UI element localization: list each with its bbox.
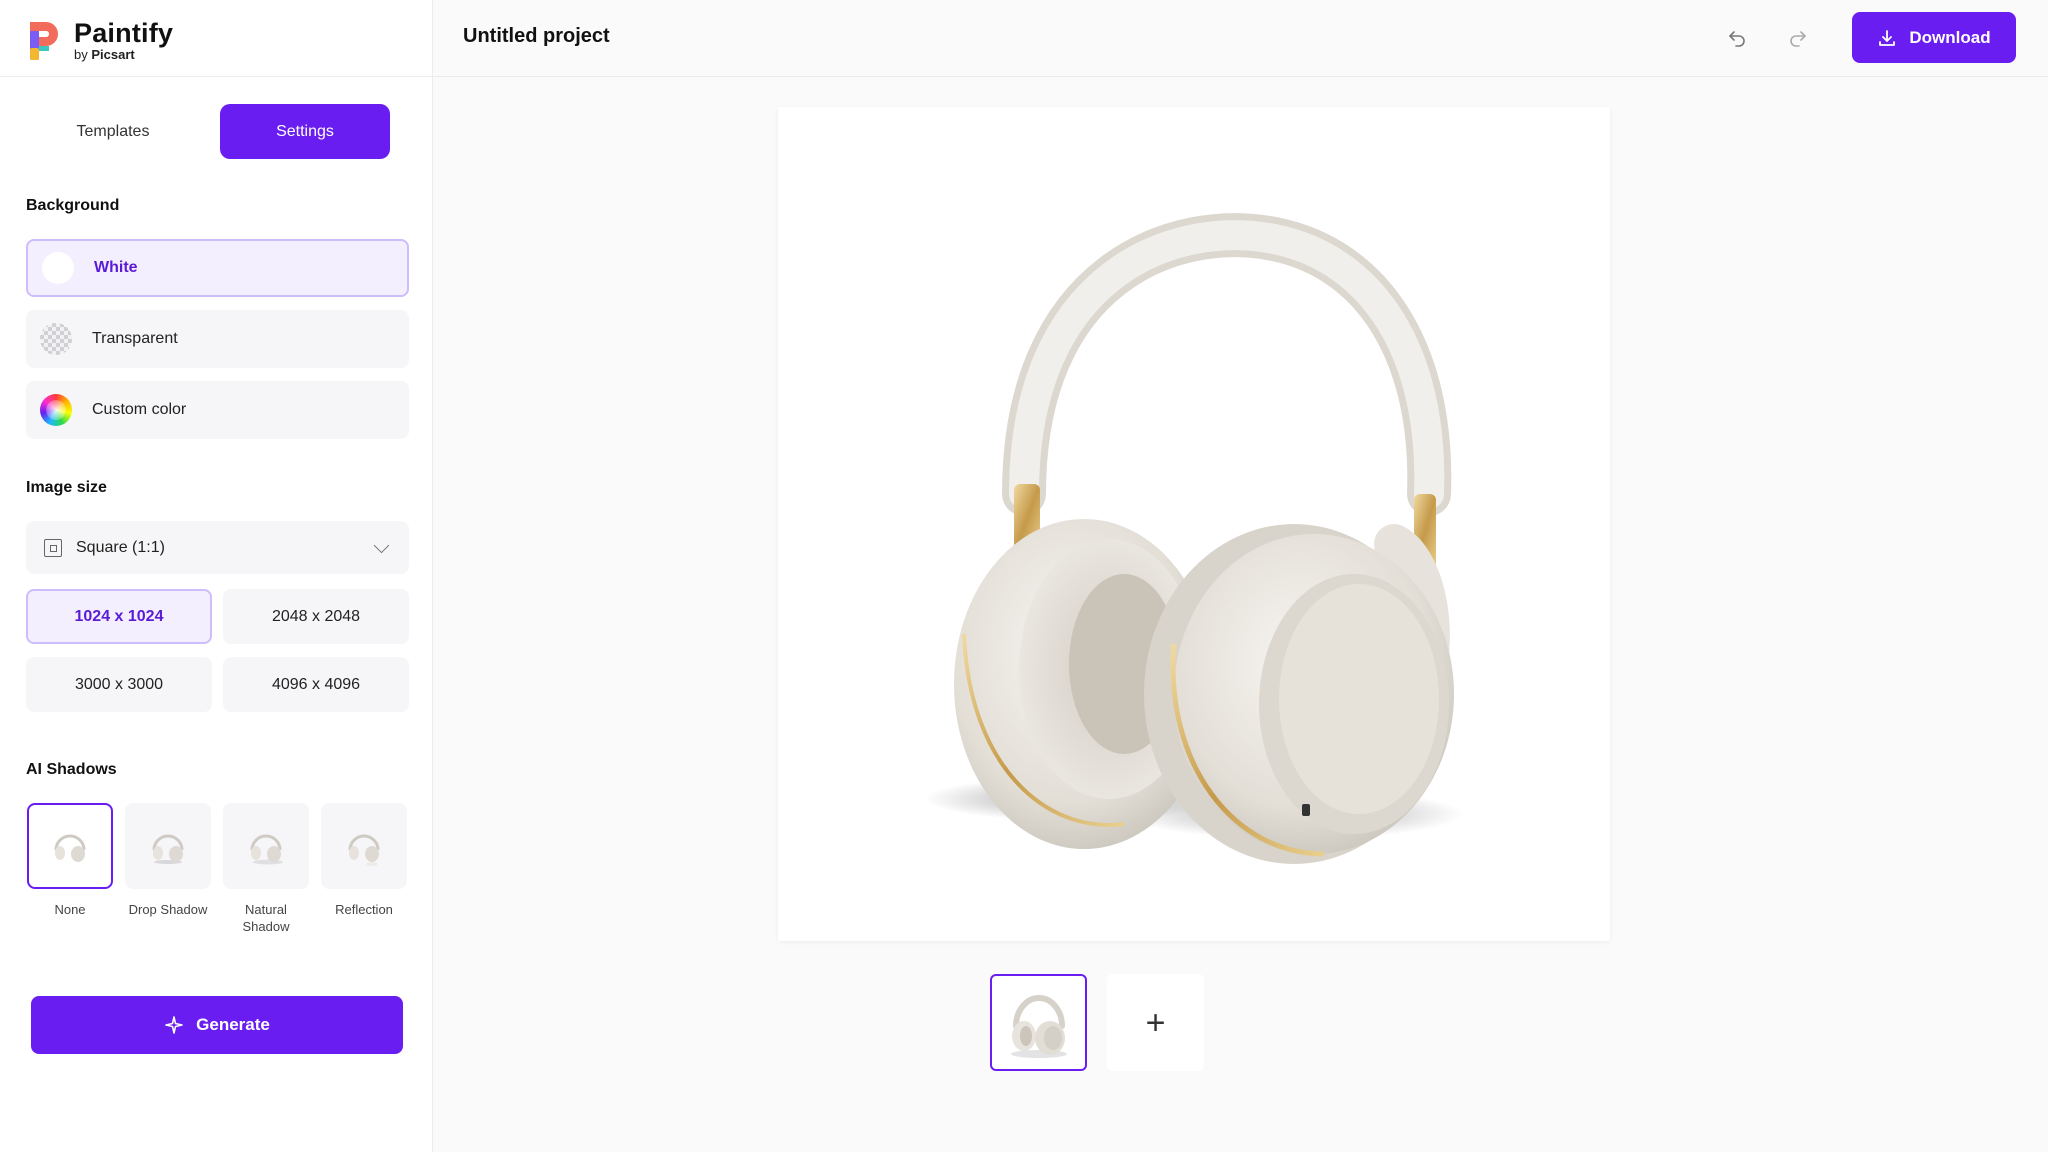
headphones-thumbnail-icon bbox=[348, 834, 380, 866]
headphones-thumbnail-icon bbox=[54, 834, 86, 862]
tab-settings[interactable]: Settings bbox=[220, 104, 390, 159]
shadow-option-reflection[interactable]: Reflection bbox=[320, 803, 408, 918]
color-wheel-icon bbox=[40, 394, 72, 426]
shadow-preview bbox=[321, 803, 407, 889]
square-ratio-icon bbox=[44, 538, 62, 557]
background-option-transparent[interactable]: Transparent bbox=[26, 310, 409, 368]
undo-button[interactable] bbox=[1721, 22, 1753, 54]
generate-button[interactable]: Generate bbox=[31, 996, 403, 1054]
background-option-white[interactable]: White bbox=[26, 239, 409, 297]
size-option-1024[interactable]: 1024 x 1024 bbox=[26, 589, 212, 644]
aspect-ratio-select[interactable]: Square (1:1) bbox=[26, 521, 409, 574]
shadow-preview bbox=[223, 803, 309, 889]
chevron-down-icon bbox=[373, 537, 390, 554]
shadow-option-label: Drop Shadow bbox=[128, 902, 208, 917]
brand-name: Paintify bbox=[74, 17, 174, 48]
shadow-option-none[interactable]: None bbox=[26, 803, 114, 918]
background-option-label: Transparent bbox=[92, 330, 178, 347]
white-swatch-icon bbox=[42, 252, 74, 284]
checkerboard-icon bbox=[40, 323, 72, 355]
shadow-option-natural-shadow[interactable]: Natural Shadow bbox=[222, 803, 310, 935]
sparkle-icon bbox=[165, 1016, 183, 1034]
paintify-logo-icon bbox=[30, 22, 58, 60]
redo-button[interactable] bbox=[1782, 22, 1814, 54]
shadow-option-label: None bbox=[54, 902, 86, 917]
brand-text: Paintify by Picsart bbox=[74, 19, 173, 62]
shadow-preview bbox=[27, 803, 113, 889]
shadow-option-label: Reflection bbox=[335, 902, 393, 917]
redo-icon bbox=[1790, 31, 1806, 47]
image-thumbnail[interactable] bbox=[990, 974, 1087, 1071]
add-image-button[interactable]: + bbox=[1107, 974, 1204, 1071]
headphones-thumbnail-icon bbox=[1010, 994, 1067, 1058]
header-divider bbox=[0, 76, 2048, 77]
headphones-product-image bbox=[924, 213, 1464, 864]
sidebar: Paintify by Picsart Templates Settings B… bbox=[0, 0, 433, 1152]
project-title[interactable]: Untitled project bbox=[463, 25, 610, 48]
headphones-thumbnail-icon bbox=[250, 834, 283, 865]
ai-shadows-section-title: AI Shadows bbox=[26, 761, 117, 778]
size-option-4096[interactable]: 4096 x 4096 bbox=[223, 657, 409, 712]
aspect-ratio-value: Square (1:1) bbox=[76, 538, 165, 556]
shadow-option-label: Natural Shadow bbox=[242, 902, 290, 934]
download-icon bbox=[1879, 29, 1896, 46]
generate-button-label: Generate bbox=[196, 1015, 270, 1034]
brand-sub: by Picsart bbox=[74, 46, 173, 62]
image-size-section-title: Image size bbox=[26, 479, 107, 496]
background-option-label: White bbox=[94, 259, 138, 276]
sidebar-tabs: Templates Settings bbox=[28, 104, 400, 159]
download-button-label: Download bbox=[1909, 27, 1991, 47]
plus-icon: + bbox=[1145, 1003, 1166, 1042]
undo-icon bbox=[1729, 31, 1745, 47]
background-section-title: Background bbox=[26, 197, 120, 214]
headphones-thumbnail-icon bbox=[152, 834, 184, 864]
image-canvas[interactable] bbox=[778, 107, 1610, 941]
shadow-option-drop-shadow[interactable]: Drop Shadow bbox=[124, 803, 212, 918]
background-option-label: Custom color bbox=[92, 401, 187, 418]
size-option-3000[interactable]: 3000 x 3000 bbox=[26, 657, 212, 712]
background-option-custom-color[interactable]: Custom color bbox=[26, 381, 409, 439]
brand-by: by bbox=[74, 46, 88, 62]
size-option-2048[interactable]: 2048 x 2048 bbox=[223, 589, 409, 644]
brand[interactable]: Paintify by Picsart bbox=[28, 16, 173, 64]
download-button[interactable]: Download bbox=[1852, 12, 2016, 63]
tab-templates[interactable]: Templates bbox=[28, 104, 198, 159]
brand-company: Picsart bbox=[91, 46, 135, 62]
shadow-preview bbox=[125, 803, 211, 889]
